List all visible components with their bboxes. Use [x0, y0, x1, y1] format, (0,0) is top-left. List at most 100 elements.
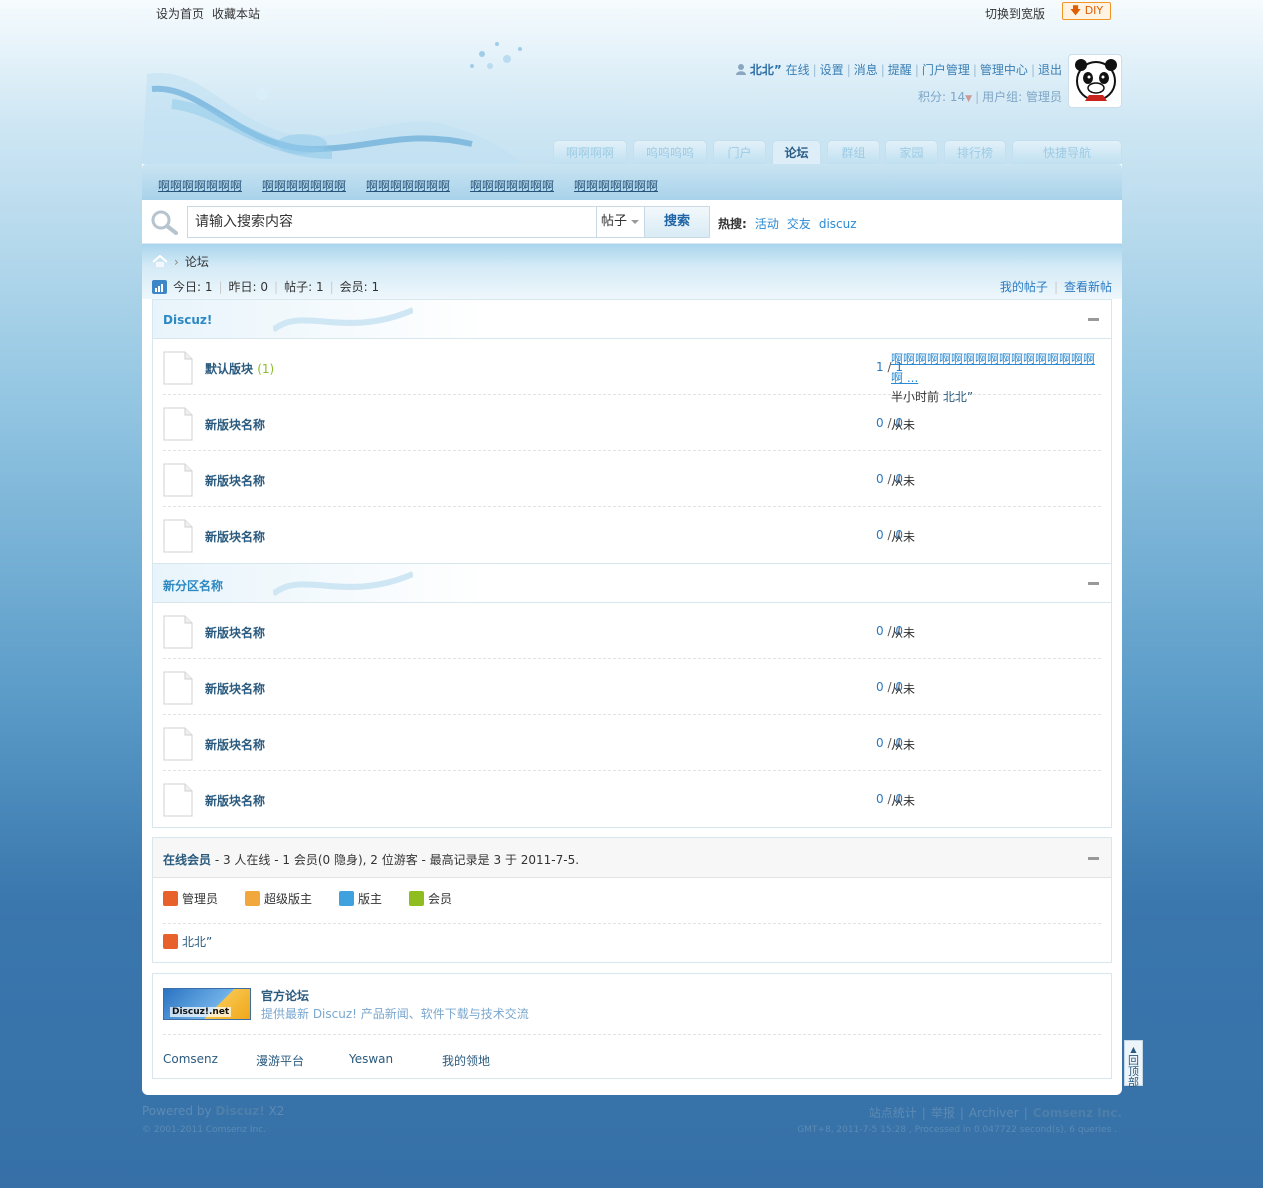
legend-member: 会员 — [409, 890, 452, 907]
official-forum-link[interactable]: 官方论坛 — [261, 987, 309, 1004]
legend-label: 管理员 — [182, 892, 219, 906]
online-label[interactable]: 在线会员 — [163, 853, 211, 867]
settings-link[interactable]: 设置 — [820, 63, 844, 77]
hot-search-item[interactable]: discuz — [819, 217, 857, 231]
bookmark-link[interactable]: 收藏本站 — [212, 7, 260, 21]
separator: | — [218, 280, 223, 294]
last-post: 从未 — [891, 530, 916, 544]
back-to-top-button[interactable]: ▲ 回 顶 部 — [1124, 1040, 1143, 1088]
friend-link[interactable]: 漫游平台 — [256, 1052, 304, 1069]
legend-mod: 版主 — [339, 890, 382, 907]
separator: | — [812, 63, 817, 77]
member-legend: 管理员 超级版主 版主 会员 — [163, 890, 1101, 924]
forum-name-link[interactable]: 默认版块 (1) — [205, 360, 274, 377]
logout-link[interactable]: 退出 — [1038, 63, 1062, 77]
thread-count: 0 — [876, 624, 884, 638]
forum-name-link[interactable]: 新版块名称 — [205, 416, 265, 433]
member-user-icon — [409, 891, 424, 906]
search-bar: 请输入搜索内容 帖子 搜索 热搜: 活动 交友 discuz — [142, 200, 1122, 244]
separator: | — [1030, 63, 1035, 77]
forum-name-link[interactable]: 新版块名称 — [205, 624, 265, 641]
nav-tab-quick[interactable]: 快捷导航 — [1012, 140, 1122, 164]
admin-user-icon — [163, 891, 178, 906]
forum-category: Discuz! 默认版块 (1) 1 / 1 啊啊啊啊啊啊啊啊啊啊啊啊啊啊啊啊啊… — [152, 299, 1112, 564]
separator: | — [846, 63, 851, 77]
subnav-item-3[interactable]: 啊啊啊啊啊啊啊 — [366, 177, 450, 194]
legend-label: 超级版主 — [264, 892, 313, 906]
friend-link[interactable]: Yeswan — [349, 1052, 393, 1066]
usergroup-link[interactable]: 用户组: 管理员 — [982, 90, 1062, 104]
online-members: 在线会员 - 3 人在线 - 1 会员(0 隐身), 2 位游客 - 最高记录是… — [152, 837, 1112, 963]
nav-tab-home[interactable]: 家园 — [885, 140, 938, 164]
forum-name-link[interactable]: 新版块名称 — [205, 680, 265, 697]
thread-count: 0 — [876, 416, 884, 430]
username-link[interactable]: 北北” — [750, 63, 782, 77]
messages-link[interactable]: 消息 — [854, 63, 878, 77]
separator: | — [274, 280, 279, 294]
nav-tab-2[interactable]: 呜呜呜呜 — [633, 140, 707, 164]
forum-name-link[interactable]: 新版块名称 — [205, 528, 265, 545]
forum-stats: 今日: 1 | 昨日: 0 | 帖子: 1 | 会员: 1 — [152, 278, 379, 295]
friend-link[interactable]: 我的领地 — [442, 1052, 490, 1069]
legend-label: 会员 — [428, 892, 453, 906]
forum-name-link[interactable]: 新版块名称 — [205, 472, 265, 489]
new-posts-link[interactable]: 查看新帖 — [1064, 280, 1112, 294]
notices-link[interactable]: 提醒 — [888, 63, 912, 77]
collapse-icon[interactable] — [1088, 582, 1099, 585]
subnav-item-1[interactable]: 啊啊啊啊啊啊啊 — [158, 177, 242, 194]
admin-center-link[interactable]: 管理中心 — [980, 63, 1028, 77]
forum-row: 默认版块 (1) 1 / 1 啊啊啊啊啊啊啊啊啊啊啊啊啊啊啊啊啊啊 ... 半小… — [163, 339, 1101, 404]
collapse-icon[interactable] — [1088, 318, 1099, 321]
set-home-link[interactable]: 设为首页 — [156, 7, 204, 21]
discuz-logo[interactable]: Discuz!.net — [163, 988, 251, 1020]
online-user[interactable]: 北北” — [163, 933, 212, 950]
stats-link[interactable]: 站点统计 — [869, 1106, 917, 1120]
forum-name-link[interactable]: 新版块名称 — [205, 792, 265, 809]
collapse-icon[interactable] — [1088, 857, 1099, 860]
avatar[interactable] — [1068, 54, 1122, 108]
search-input[interactable]: 请输入搜索内容 — [187, 206, 597, 238]
separator: | — [959, 1106, 964, 1120]
nav-tab-portal[interactable]: 门户 — [713, 140, 766, 164]
last-post: 从未 — [891, 418, 916, 432]
chart-icon — [152, 280, 167, 294]
company-link[interactable]: Comsenz Inc. — [1033, 1106, 1122, 1120]
archiver-link[interactable]: Archiver — [969, 1106, 1019, 1120]
friend-links: Discuz!.net 官方论坛 提供最新 Discuz! 产品新闻、软件下载与… — [152, 973, 1112, 1079]
forum-category: 新分区名称 新版块名称 0 / 0 从未 新版块名称 0 / 0 从未 新版块名… — [152, 563, 1112, 828]
credits-dropdown-icon[interactable]: ▼ — [965, 94, 972, 104]
credits-link[interactable]: 积分: 14 — [918, 90, 965, 104]
nav-tab-ranking[interactable]: 排行榜 — [944, 140, 1006, 164]
my-posts-link[interactable]: 我的帖子 — [1000, 280, 1048, 294]
search-button[interactable]: 搜索 — [644, 206, 710, 238]
online-header: 在线会员 - 3 人在线 - 1 会员(0 隐身), 2 位游客 - 最高记录是… — [153, 838, 1111, 878]
home-icon[interactable] — [152, 255, 168, 268]
category-title[interactable]: Discuz! — [163, 313, 212, 327]
portal-admin-link[interactable]: 门户管理 — [922, 63, 970, 77]
forum-name-link[interactable]: 新版块名称 — [205, 736, 265, 753]
hot-search-item[interactable]: 交友 — [787, 217, 811, 231]
thread-count: 0 — [876, 528, 884, 542]
subnav-item-2[interactable]: 啊啊啊啊啊啊啊 — [262, 177, 346, 194]
hot-search-item[interactable]: 活动 — [755, 217, 779, 231]
breadcrumb-current[interactable]: 论坛 — [185, 255, 209, 269]
discuz-link[interactable]: Discuz! — [215, 1104, 264, 1118]
subnav-item-4[interactable]: 啊啊啊啊啊啊啊 — [470, 177, 554, 194]
switch-wide-link[interactable]: 切换到宽版 — [985, 5, 1045, 22]
last-post-title[interactable]: 啊啊啊啊啊啊啊啊啊啊啊啊啊啊啊啊啊啊 ... — [891, 350, 1101, 388]
category-title[interactable]: 新分区名称 — [163, 577, 223, 594]
thread-count: 0 — [876, 736, 884, 750]
online-status: 在线 — [785, 63, 810, 77]
report-link[interactable]: 举报 — [931, 1106, 955, 1120]
nav-tab-1[interactable]: 啊啊啊啊 — [553, 140, 627, 164]
subnav-item-5[interactable]: 啊啊啊啊啊啊啊 — [574, 177, 658, 194]
nav-tab-group[interactable]: 群组 — [827, 140, 880, 164]
friend-link[interactable]: Comsenz — [163, 1052, 218, 1066]
chevron-down-icon — [631, 220, 639, 228]
search-type-select[interactable]: 帖子 — [596, 206, 644, 238]
thread-count: 1 — [876, 360, 884, 374]
separator: | — [975, 90, 980, 104]
user-links-row: 北北” 在线 | 设置 | 消息 | 提醒 | 门户管理 | 管理中心 | 退出 — [735, 61, 1062, 79]
nav-tab-forum[interactable]: 论坛 — [772, 140, 821, 165]
diy-button[interactable]: 🡇 DIY — [1062, 2, 1111, 20]
